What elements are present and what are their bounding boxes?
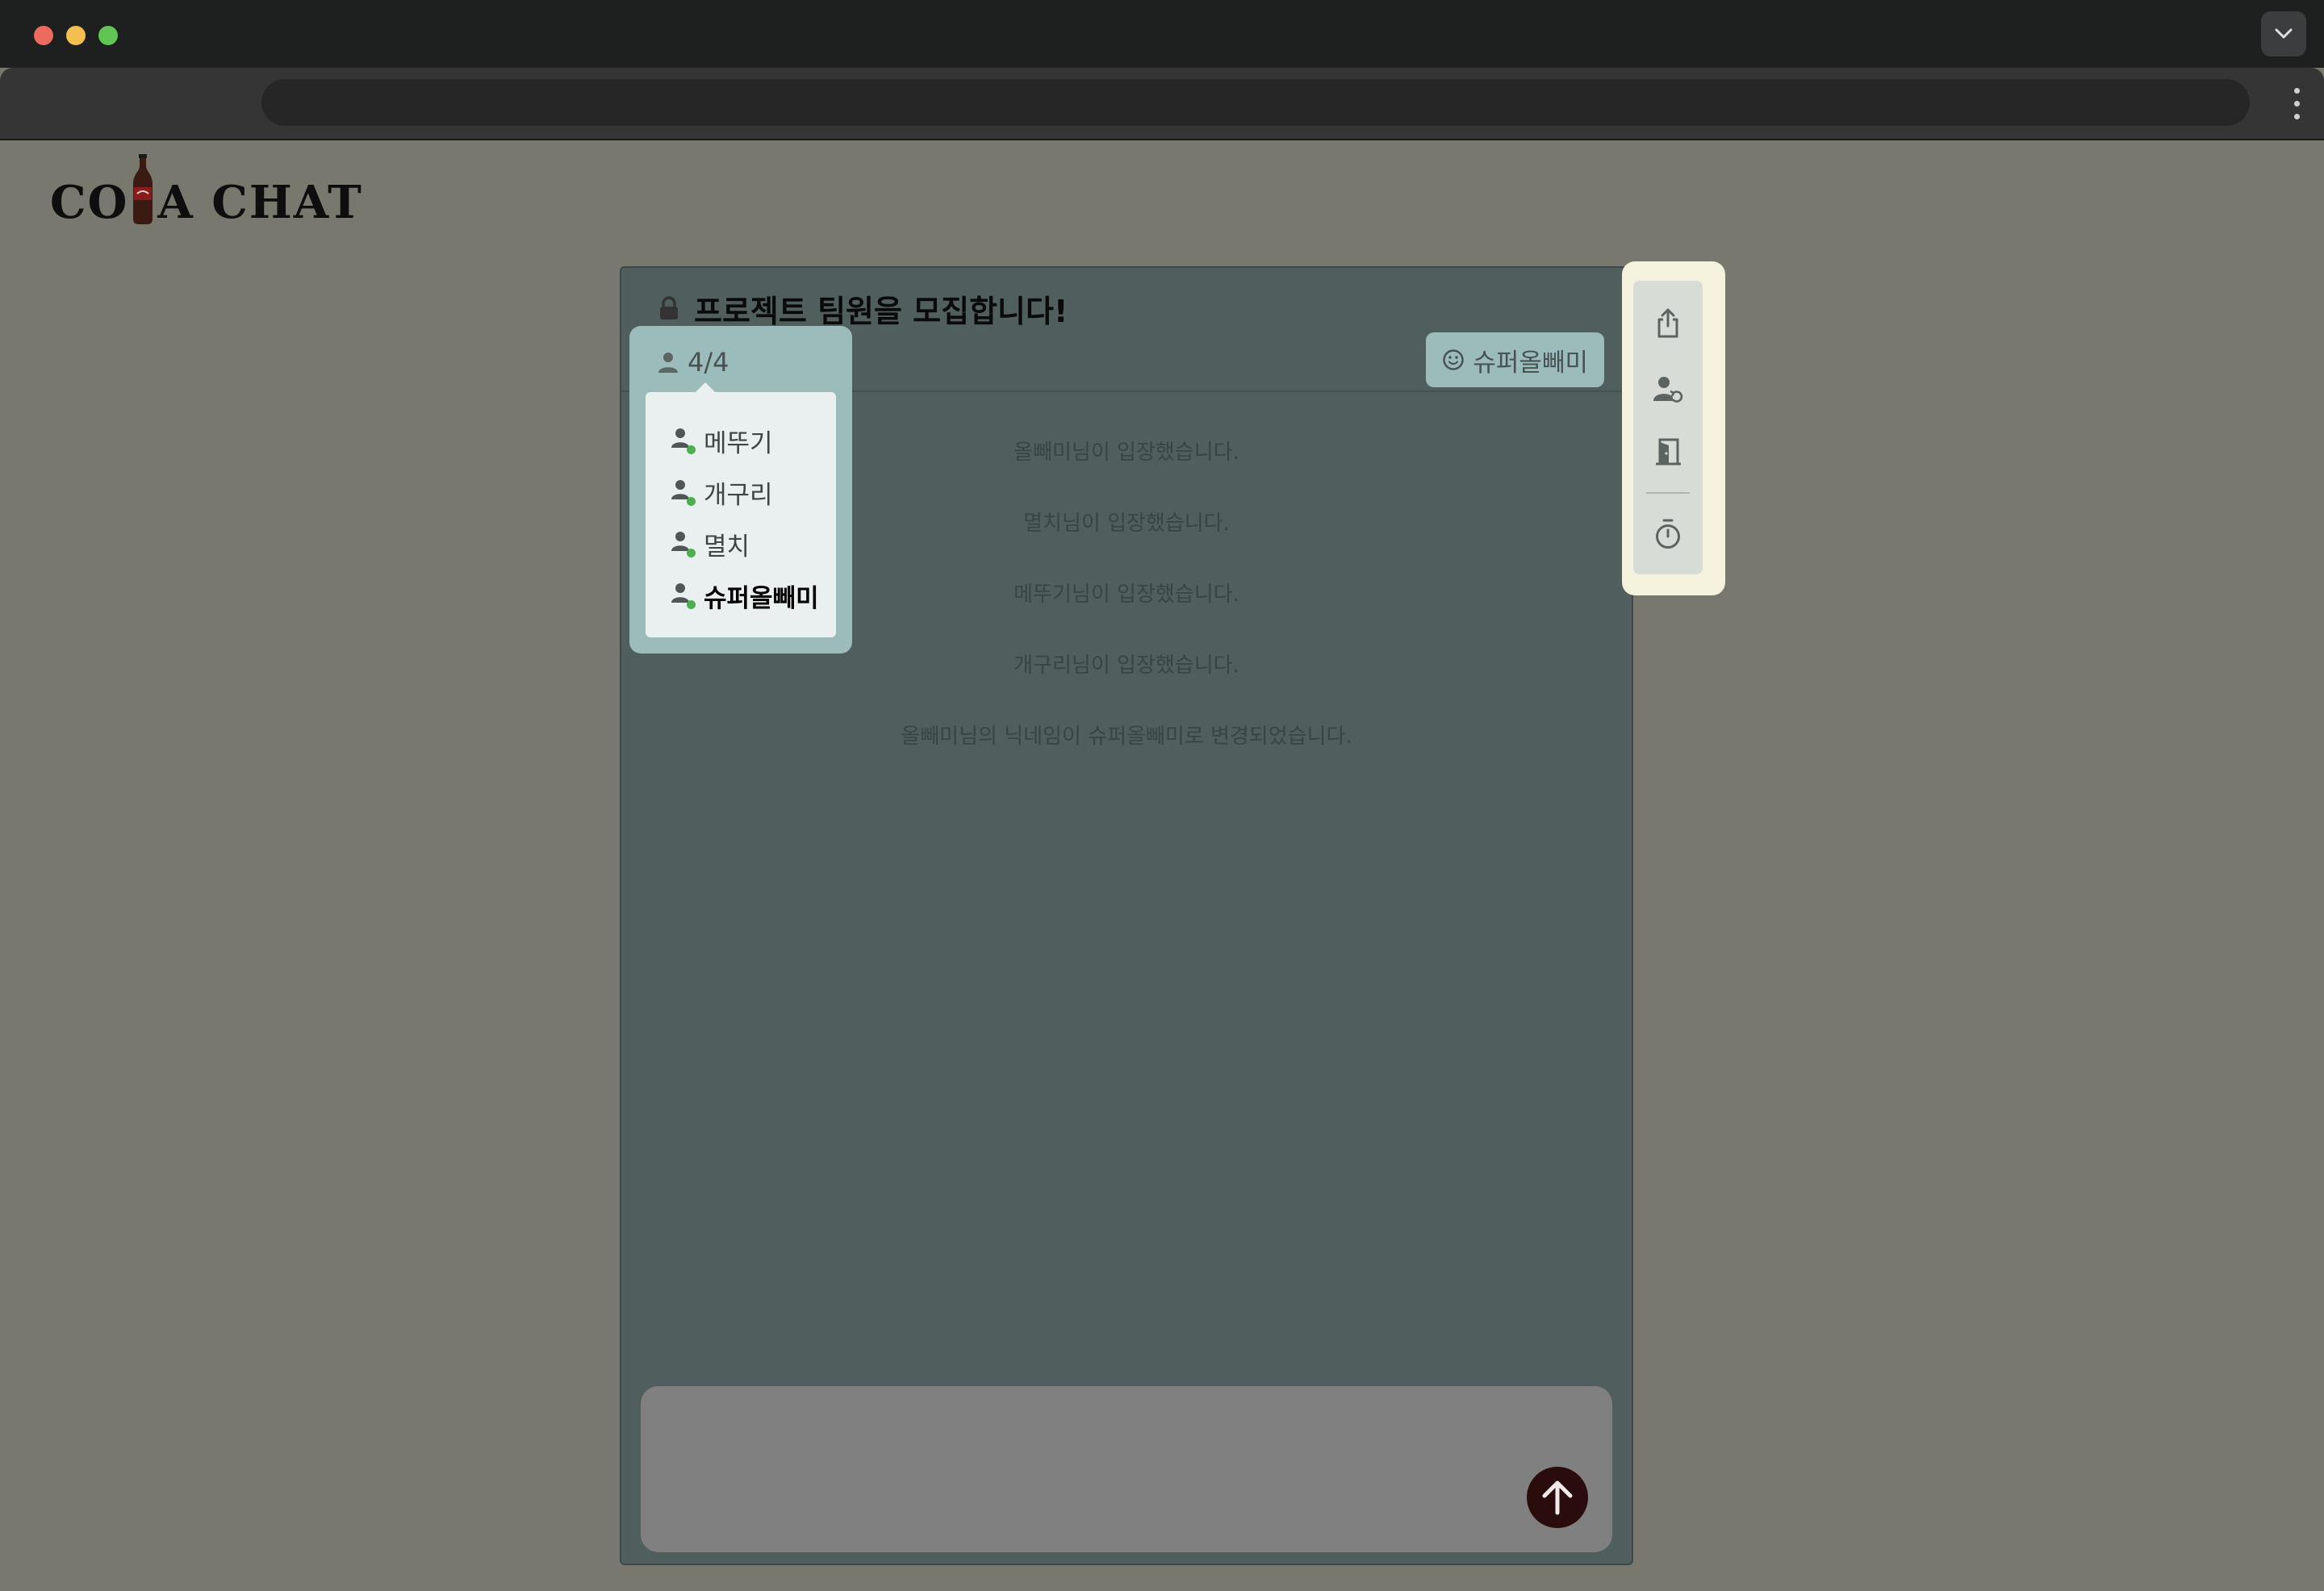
online-user-icon	[670, 582, 697, 609]
leave-room-button[interactable]	[1650, 434, 1686, 470]
lock-icon	[660, 296, 678, 319]
close-window-button[interactable]	[34, 26, 53, 45]
cola-bottle-icon	[133, 154, 153, 224]
participant-item-me[interactable]: 슈퍼올빼미	[646, 570, 836, 621]
share-icon	[1657, 308, 1678, 338]
room-action-bar	[1622, 261, 1725, 595]
app-logo[interactable]: CO A CHAT	[50, 152, 363, 229]
action-divider	[1646, 492, 1690, 494]
share-button[interactable]	[1650, 305, 1686, 340]
change-nickname-button[interactable]	[1650, 371, 1686, 407]
arrow-up-icon	[1542, 1480, 1573, 1515]
room-title: 프로젝트 팀원을 모집합니다!	[694, 293, 1068, 329]
timer-button[interactable]	[1650, 516, 1686, 552]
system-message: 올빼미님의 닉네임이 슈퍼올빼미로 변경되었습니다.	[901, 725, 1352, 749]
room-action-group	[1633, 281, 1703, 574]
tab-list-button[interactable]	[2261, 11, 2306, 56]
participant-list: 메뚜기 개구리 멸치 슈퍼올빼미	[646, 382, 836, 637]
participant-count-button[interactable]: 4/4	[657, 342, 729, 382]
maximize-window-button[interactable]	[98, 26, 118, 45]
participant-item[interactable]: 멸치	[646, 518, 836, 570]
participant-item[interactable]: 개구리	[646, 466, 836, 518]
participant-item[interactable]: 메뚜기	[646, 415, 836, 466]
room-header: 프로젝트 팀원을 모집합니다!	[658, 286, 1068, 331]
participant-name: 슈퍼올빼미	[704, 583, 819, 613]
online-user-icon	[670, 530, 697, 557]
participant-count: 4/4	[688, 347, 729, 378]
message-composer[interactable]	[641, 1386, 1612, 1552]
participants-popover: 4/4 메뚜기 개구리 멸치 슈퍼올빼미	[629, 326, 852, 654]
minimize-window-button[interactable]	[66, 26, 86, 45]
exit-door-icon	[1656, 438, 1681, 466]
user-icon	[658, 353, 678, 373]
participant-name: 개구리	[704, 480, 773, 510]
address-bar[interactable]	[261, 79, 2250, 126]
user-change-icon	[1653, 377, 1683, 403]
send-button[interactable]	[1527, 1467, 1588, 1528]
my-nickname-badge[interactable]: 슈퍼올빼미	[1426, 332, 1604, 387]
participant-name: 메뚜기	[704, 428, 773, 458]
logo-text-left: CO	[50, 176, 129, 229]
window-titlebar	[0, 0, 2324, 68]
timer-icon	[1656, 519, 1680, 549]
chevron-down-icon	[2275, 28, 2293, 39]
my-nickname: 슈퍼올빼미	[1473, 348, 1588, 378]
smile-icon	[1443, 349, 1465, 370]
online-user-icon	[670, 427, 697, 454]
browser-menu-button[interactable]	[2285, 84, 2308, 123]
participant-name: 멸치	[704, 532, 750, 562]
logo-text-right: A CHAT	[157, 176, 363, 229]
online-user-icon	[670, 478, 697, 506]
